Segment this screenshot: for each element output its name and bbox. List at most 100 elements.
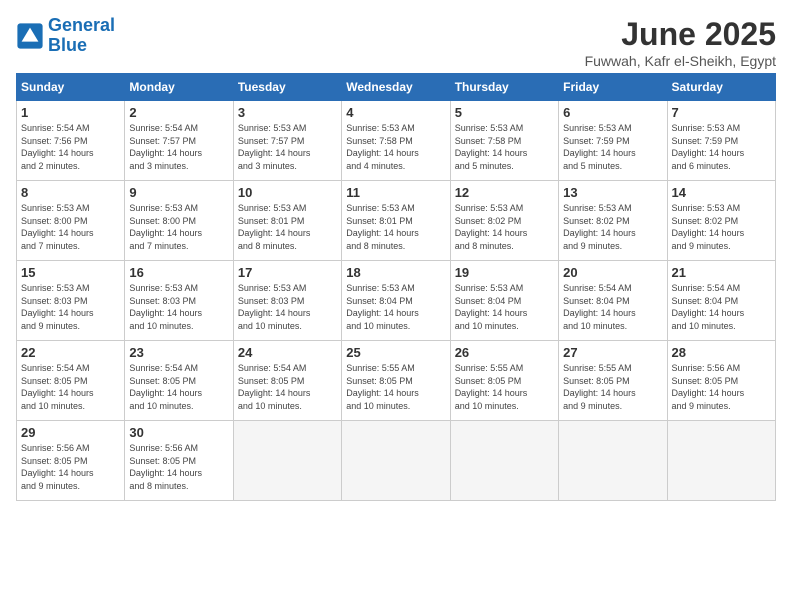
day-number: 1 [21,105,120,120]
calendar-cell: 12 Sunrise: 5:53 AM Sunset: 8:02 PM Dayli… [450,181,558,261]
day-number: 25 [346,345,445,360]
calendar-cell: 29Sunrise: 5:56 AM Sunset: 8:05 PM Dayli… [17,421,125,501]
day-info: Sunrise: 5:56 AM Sunset: 8:05 PM Dayligh… [129,442,228,492]
calendar-cell: 14 Sunrise: 5:53 AM Sunset: 8:02 PM Dayli… [667,181,775,261]
day-number: 10 [238,185,337,200]
day-number: 21 [672,265,771,280]
day-number: 19 [455,265,554,280]
calendar-cell: 3 Sunrise: 5:53 AM Sunset: 7:57 PM Daylig… [233,101,341,181]
day-number: 7 [672,105,771,120]
day-info: Sunrise: 5:53 AM Sunset: 8:01 PM Dayligh… [238,202,337,252]
week-row-5: 29 Sunrise: 5:56 AM Sunset: 8:05 PM Dayli… [17,421,776,501]
day-info: Sunrise: 5:53 AM Sunset: 8:04 PM Dayligh… [455,282,554,332]
calendar-cell: 26 Sunrise: 5:55 AM Sunset: 8:05 PM Dayli… [450,341,558,421]
calendar-cell: 28 Sunrise: 5:56 AM Sunset: 8:05 PM Dayli… [667,341,775,421]
day-header-sunday: Sunday [17,74,125,101]
day-info: Sunrise: 5:53 AM Sunset: 8:03 PM Dayligh… [129,282,228,332]
day-info: Sunrise: 5:55 AM Sunset: 8:05 PM Dayligh… [455,362,554,412]
day-number: 18 [346,265,445,280]
day-number: 11 [346,185,445,200]
day-info: Sunrise: 5:55 AM Sunset: 8:05 PM Dayligh… [563,362,662,412]
day-info: Sunrise: 5:54 AM Sunset: 7:56 PM Dayligh… [21,122,120,172]
day-info: Sunrise: 5:53 AM Sunset: 8:00 PM Dayligh… [21,202,120,252]
day-info: Sunrise: 5:53 AM Sunset: 8:02 PM Dayligh… [672,202,771,252]
day-number: 23 [129,345,228,360]
day-number: 24 [238,345,337,360]
header: General Blue June 2025 Fuwwah, Kafr el-S… [16,16,776,69]
day-info: Sunrise: 5:54 AM Sunset: 8:05 PM Dayligh… [21,362,120,412]
day-number: 17 [238,265,337,280]
day-number: 15 [21,265,120,280]
day-info: Sunrise: 5:54 AM Sunset: 7:57 PM Dayligh… [129,122,228,172]
day-info: Sunrise: 5:53 AM Sunset: 8:01 PM Dayligh… [346,202,445,252]
calendar-cell: 13 Sunrise: 5:53 AM Sunset: 8:02 PM Dayli… [559,181,667,261]
week-row-2: 8 Sunrise: 5:53 AM Sunset: 8:00 PM Daylig… [17,181,776,261]
week-row-1: 1 Sunrise: 5:54 AM Sunset: 7:56 PM Daylig… [17,101,776,181]
day-header-wednesday: Wednesday [342,74,450,101]
day-info: Sunrise: 5:53 AM Sunset: 7:57 PM Dayligh… [238,122,337,172]
calendar-cell: 24 Sunrise: 5:54 AM Sunset: 8:05 PM Dayli… [233,341,341,421]
day-info: Sunrise: 5:56 AM Sunset: 8:05 PM Dayligh… [672,362,771,412]
day-info: Sunrise: 5:54 AM Sunset: 8:05 PM Dayligh… [129,362,228,412]
day-info: Sunrise: 5:53 AM Sunset: 8:03 PM Dayligh… [238,282,337,332]
logo-icon [16,22,44,50]
day-number: 4 [346,105,445,120]
calendar-cell: 19 Sunrise: 5:53 AM Sunset: 8:04 PM Dayli… [450,261,558,341]
calendar-cell: 18Sunrise: 5:53 AM Sunset: 8:04 PM Dayli… [342,261,450,341]
calendar-cell: 7 Sunrise: 5:53 AM Sunset: 7:59 PM Daylig… [667,101,775,181]
day-number: 14 [672,185,771,200]
calendar-cell: 23 Sunrise: 5:54 AM Sunset: 8:05 PM Dayli… [125,341,233,421]
day-info: Sunrise: 5:53 AM Sunset: 8:02 PM Dayligh… [455,202,554,252]
calendar-cell: 17 Sunrise: 5:53 AM Sunset: 8:03 PM Dayli… [233,261,341,341]
day-number: 28 [672,345,771,360]
calendar-cell: 6Sunrise: 5:53 AM Sunset: 7:59 PM Daylig… [559,101,667,181]
week-row-4: 22 Sunrise: 5:54 AM Sunset: 8:05 PM Dayli… [17,341,776,421]
day-info: Sunrise: 5:54 AM Sunset: 8:04 PM Dayligh… [563,282,662,332]
header-row: SundayMondayTuesdayWednesdayThursdayFrid… [17,74,776,101]
day-number: 9 [129,185,228,200]
week-row-3: 15 Sunrise: 5:53 AM Sunset: 8:03 PM Dayli… [17,261,776,341]
calendar-cell: 10 Sunrise: 5:53 AM Sunset: 8:01 PM Dayli… [233,181,341,261]
day-info: Sunrise: 5:53 AM Sunset: 8:00 PM Dayligh… [129,202,228,252]
calendar-cell: 20 Sunrise: 5:54 AM Sunset: 8:04 PM Dayli… [559,261,667,341]
calendar-cell: 9 Sunrise: 5:53 AM Sunset: 8:00 PM Daylig… [125,181,233,261]
calendar-cell [342,421,450,501]
day-number: 12 [455,185,554,200]
calendar-cell [667,421,775,501]
calendar-cell: 8 Sunrise: 5:53 AM Sunset: 8:00 PM Daylig… [17,181,125,261]
day-info: Sunrise: 5:53 AM Sunset: 8:03 PM Dayligh… [21,282,120,332]
calendar-cell: 15 Sunrise: 5:53 AM Sunset: 8:03 PM Dayli… [17,261,125,341]
day-info: Sunrise: 5:54 AM Sunset: 8:04 PM Dayligh… [672,282,771,332]
day-info: Sunrise: 5:53 AM Sunset: 7:58 PM Dayligh… [346,122,445,172]
day-number: 8 [21,185,120,200]
calendar-cell [559,421,667,501]
day-info: Sunrise: 5:53 AM Sunset: 7:59 PM Dayligh… [672,122,771,172]
day-header-thursday: Thursday [450,74,558,101]
day-number: 13 [563,185,662,200]
logo-line2: Blue [48,36,115,56]
calendar-cell [233,421,341,501]
day-number: 6 [563,105,662,120]
day-info: Sunrise: 5:53 AM Sunset: 7:58 PM Dayligh… [455,122,554,172]
day-number: 3 [238,105,337,120]
calendar-cell: 4 Sunrise: 5:53 AM Sunset: 7:58 PM Daylig… [342,101,450,181]
calendar-cell: 16 Sunrise: 5:53 AM Sunset: 8:03 PM Dayli… [125,261,233,341]
calendar-cell: 27 Sunrise: 5:55 AM Sunset: 8:05 PM Dayli… [559,341,667,421]
calendar-cell: 11 Sunrise: 5:53 AM Sunset: 8:01 PM Dayli… [342,181,450,261]
day-header-tuesday: Tuesday [233,74,341,101]
day-number: 30 [129,425,228,440]
day-info: Sunrise: 5:53 AM Sunset: 8:02 PM Dayligh… [563,202,662,252]
day-number: 29 [21,425,120,440]
day-number: 27 [563,345,662,360]
day-info: Sunrise: 5:54 AM Sunset: 8:05 PM Dayligh… [238,362,337,412]
day-number: 20 [563,265,662,280]
day-info: Sunrise: 5:55 AM Sunset: 8:05 PM Dayligh… [346,362,445,412]
day-number: 26 [455,345,554,360]
calendar-cell: 25 Sunrise: 5:55 AM Sunset: 8:05 PM Dayli… [342,341,450,421]
day-header-friday: Friday [559,74,667,101]
calendar-cell: 5Sunrise: 5:53 AM Sunset: 7:58 PM Daylig… [450,101,558,181]
day-number: 2 [129,105,228,120]
day-number: 16 [129,265,228,280]
day-number: 22 [21,345,120,360]
calendar-title: June 2025 [585,16,776,53]
